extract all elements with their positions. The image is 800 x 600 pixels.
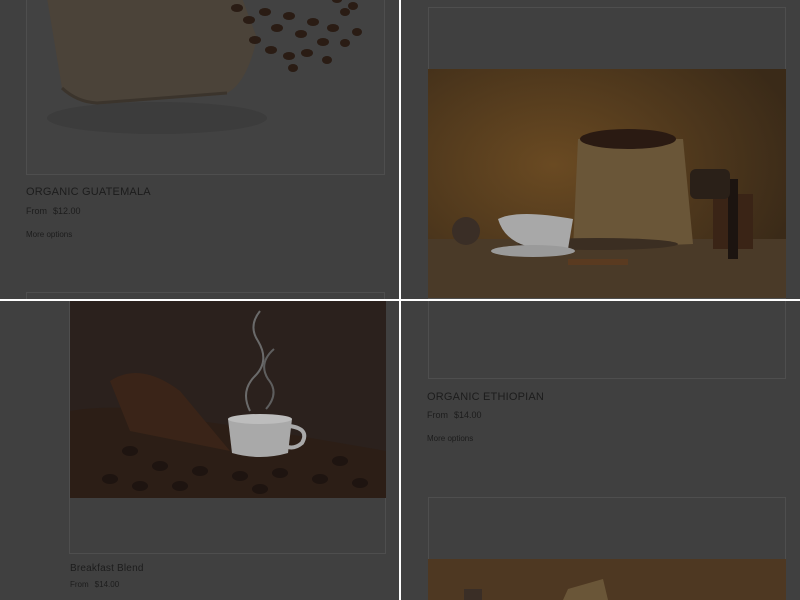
price-prefix: From [70, 580, 89, 589]
product-title[interactable]: ORGANIC GUATEMALA [26, 186, 151, 198]
price-amount: $14.00 [454, 410, 482, 420]
product-image-organic-guatemala[interactable] [27, 0, 384, 174]
price-amount: $12.00 [53, 206, 81, 216]
product-image-breakfast-blend[interactable] [70, 301, 386, 498]
price-amount: $14.00 [94, 580, 120, 589]
product-image-organic-ethiopian[interactable] [428, 69, 786, 299]
product-image-coffee-grinder[interactable] [428, 559, 786, 600]
price-prefix: From [427, 410, 448, 420]
horizontal-divider [0, 299, 800, 301]
viewport-top-right [401, 0, 800, 299]
viewport-bottom-right: ORGANIC ETHIOPIAN From $14.00 More option… [401, 301, 800, 600]
product-price: From $14.00 [427, 410, 482, 420]
more-options-link[interactable]: More options [427, 434, 473, 443]
more-options-link[interactable]: More options [26, 230, 72, 239]
steaming-coffee-illustration [70, 301, 386, 498]
coffee-sack-beans-illustration [27, 0, 384, 174]
coffee-sack-grinder-illustration [428, 559, 786, 600]
viewport-bottom-left: Breakfast Blend From $14.00 [0, 301, 400, 600]
product-card-image-frame [428, 301, 786, 379]
product-price: From $12.00 [26, 206, 81, 216]
product-card-image-frame [26, 292, 385, 299]
coffee-sack-grinder-illustration [428, 69, 786, 299]
product-title[interactable]: Breakfast Blend [70, 563, 144, 574]
price-prefix: From [26, 206, 47, 216]
viewport-top-left: ORGANIC GUATEMALA From $12.00 More option… [0, 0, 400, 299]
product-price: From $14.00 [70, 580, 119, 589]
product-title[interactable]: ORGANIC ETHIOPIAN [427, 391, 544, 403]
